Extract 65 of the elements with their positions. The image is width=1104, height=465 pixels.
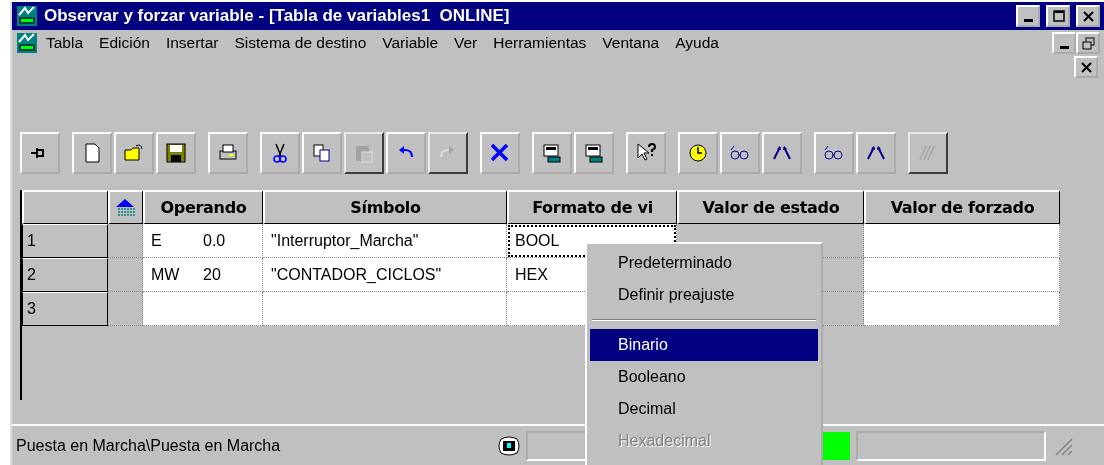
minimize-button[interactable] <box>1016 5 1040 27</box>
column-header[interactable]: Formato de vi <box>507 190 677 224</box>
restore-icon <box>1080 35 1096 51</box>
clock-button[interactable] <box>678 132 718 174</box>
app-icon <box>16 5 38 27</box>
monitor-button[interactable] <box>532 132 572 174</box>
minimize-icon <box>1023 18 1033 22</box>
clipboard-button[interactable] <box>344 132 384 174</box>
status-text: Puesta en Marcha\Puesta en Marcha <box>16 435 282 456</box>
maximize-icon <box>1050 8 1066 24</box>
glasses-button[interactable] <box>814 132 854 174</box>
undo-button[interactable] <box>386 132 426 174</box>
redo-button[interactable] <box>428 132 468 174</box>
printer-button[interactable] <box>208 132 248 174</box>
menu-item[interactable]: Ver <box>446 31 486 55</box>
column-header[interactable]: Símbolo <box>263 190 507 224</box>
arrows-button[interactable] <box>856 132 896 174</box>
window-title: Observar y forzar variable - [Tabla de variables1 ONLINE] <box>44 5 511 28</box>
connection-icon <box>498 434 520 457</box>
child-close-button[interactable] <box>1074 56 1098 78</box>
scissors-button[interactable] <box>260 132 300 174</box>
operand-text: MW <box>151 264 181 285</box>
folder-button[interactable] <box>114 132 154 174</box>
glasses-button[interactable] <box>720 132 760 174</box>
hatched-button[interactable] <box>908 132 948 174</box>
close-button[interactable] <box>1076 5 1100 27</box>
column-header[interactable]: Valor de estado <box>677 190 864 224</box>
menu-item[interactable]: Ventana <box>594 31 668 55</box>
column-header[interactable]: Operando <box>143 190 263 224</box>
row-marker-cell <box>108 292 143 326</box>
monitor-button[interactable] <box>574 132 614 174</box>
table-icon <box>115 196 137 219</box>
row-header[interactable]: 3 <box>22 292 108 326</box>
address-text: 0.0 <box>203 230 226 251</box>
help-pointer-button[interactable] <box>626 132 666 174</box>
menu-item[interactable]: Decimal <box>590 393 818 425</box>
menu-item[interactable]: Binario <box>590 329 818 361</box>
copy-button[interactable] <box>302 132 342 174</box>
menu-item[interactable]: Ayuda <box>667 31 727 55</box>
row-header[interactable]: 1 <box>22 224 108 258</box>
delete-button[interactable] <box>480 132 520 174</box>
arrows-button[interactable] <box>762 132 802 174</box>
close-icon <box>1080 8 1096 24</box>
operand-text: E <box>151 230 163 251</box>
close-icon <box>1078 59 1094 75</box>
menu-item[interactable]: Sistema de destino <box>226 31 375 55</box>
child-minimize-button[interactable] <box>1052 32 1076 54</box>
table-cell: "CONTADOR_CICLOS" <box>263 258 507 292</box>
menu-item[interactable]: Herramientas <box>485 31 595 55</box>
maximize-button[interactable] <box>1046 5 1070 27</box>
document-icon <box>16 32 38 54</box>
menu-item[interactable]: Tabla <box>38 31 92 55</box>
table-cell: "Interruptor_Marcha" <box>263 224 507 258</box>
row-header[interactable]: 2 <box>22 258 108 292</box>
menu-item[interactable]: Booleano <box>590 361 818 393</box>
menu-item[interactable]: Edición <box>91 31 158 55</box>
child-restore-button[interactable] <box>1076 32 1100 54</box>
menu-item[interactable]: Insertar <box>157 31 227 55</box>
address-text: 20 <box>203 264 221 285</box>
document-button[interactable] <box>72 132 112 174</box>
minimize-icon <box>1059 45 1069 49</box>
floppy-disk-button[interactable] <box>156 132 196 174</box>
menu-item[interactable]: Variable <box>374 31 446 55</box>
column-header[interactable]: Valor de forzado <box>864 190 1060 224</box>
pin-button[interactable] <box>20 132 60 174</box>
